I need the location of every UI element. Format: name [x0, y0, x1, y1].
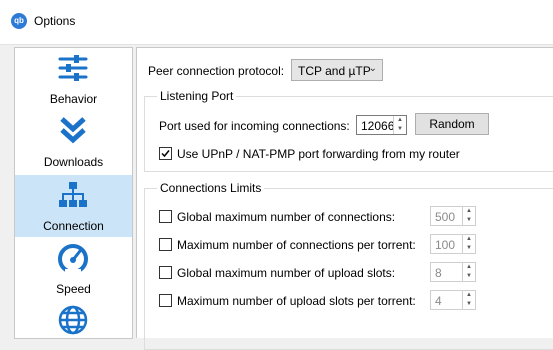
- spin-arrows-icon[interactable]: ▲ ▼: [462, 235, 475, 253]
- sidebar-item-web-ui[interactable]: [15, 300, 132, 338]
- listening-port-group: Listening Port Port used for incoming co…: [144, 89, 553, 172]
- sidebar: Behavior Downloads Connection Speed: [14, 47, 133, 339]
- app-icon: qb: [11, 13, 27, 29]
- spin-value: 500: [435, 210, 456, 224]
- speedometer-icon: [58, 244, 88, 274]
- upnp-checkbox[interactable]: [159, 147, 172, 160]
- global-max-upload-slots-checkbox[interactable]: [159, 266, 172, 279]
- spin-arrows-icon[interactable]: ▲ ▼: [462, 263, 475, 281]
- sliders-icon: [58, 55, 88, 81]
- globe-icon: [58, 305, 88, 335]
- global-max-connections-checkbox[interactable]: [159, 210, 172, 223]
- group-title: Connections Limits: [157, 181, 265, 195]
- sidebar-item-label: Downloads: [43, 155, 104, 169]
- sidebar-item-label: Connection: [43, 219, 104, 233]
- max-upload-slots-per-torrent-spinbox[interactable]: 4 ▲ ▼: [430, 290, 476, 310]
- sidebar-item-connection[interactable]: Connection: [15, 175, 132, 237]
- port-value: 12066: [361, 119, 395, 133]
- group-title: Listening Port: [157, 89, 237, 103]
- window-title: Options: [34, 14, 76, 28]
- sidebar-item-speed[interactable]: Speed: [15, 238, 132, 300]
- random-button[interactable]: Random: [415, 113, 489, 135]
- sidebar-item-label: Behavior: [49, 92, 98, 106]
- upnp-label: Use UPnP / NAT-PMP port forwarding from …: [177, 147, 460, 161]
- checkmark-icon: [161, 150, 170, 158]
- protocol-combobox[interactable]: TCP and µTP ⌄: [291, 59, 383, 81]
- sidebar-item-downloads[interactable]: Downloads: [15, 111, 132, 173]
- double-chevron-down-icon: [60, 117, 86, 144]
- global-max-connections-label: Global maximum number of connections:: [177, 210, 396, 224]
- spin-value: 100: [435, 238, 456, 252]
- protocol-value: TCP and µTP: [298, 64, 371, 78]
- network-icon: [59, 182, 87, 207]
- max-connections-per-torrent-checkbox[interactable]: [159, 238, 172, 251]
- port-label: Port used for incoming connections:: [159, 119, 350, 133]
- global-max-connections-spinbox[interactable]: 500 ▲ ▼: [430, 206, 476, 226]
- spin-arrows-icon[interactable]: ▲ ▼: [393, 116, 406, 134]
- max-upload-slots-per-torrent-label: Maximum number of upload slots per torre…: [177, 294, 416, 308]
- global-max-upload-slots-spinbox[interactable]: 8 ▲ ▼: [430, 262, 476, 282]
- global-max-upload-slots-label: Global maximum number of upload slots:: [177, 266, 396, 280]
- max-connections-per-torrent-label: Maximum number of connections per torren…: [177, 238, 416, 252]
- chevron-down-icon: ⌄: [368, 63, 377, 74]
- spin-value: 8: [435, 266, 442, 280]
- spin-value: 4: [435, 294, 442, 308]
- protocol-label: Peer connection protocol:: [148, 64, 285, 78]
- max-upload-slots-per-torrent-checkbox[interactable]: [159, 294, 172, 307]
- title-bar: qb Options: [0, 0, 553, 45]
- port-spinbox[interactable]: 12066 ▲ ▼: [356, 115, 407, 135]
- connections-limits-group: Connections Limits Global maximum number…: [144, 181, 553, 350]
- max-connections-per-torrent-spinbox[interactable]: 100 ▲ ▼: [430, 234, 476, 254]
- spin-arrows-icon[interactable]: ▲ ▼: [462, 291, 475, 309]
- sidebar-item-behavior[interactable]: Behavior: [15, 48, 132, 110]
- sidebar-item-label: Speed: [56, 282, 91, 296]
- connection-panel: Peer connection protocol: TCP and µTP ⌄ …: [136, 47, 553, 350]
- spin-arrows-icon[interactable]: ▲ ▼: [462, 207, 475, 225]
